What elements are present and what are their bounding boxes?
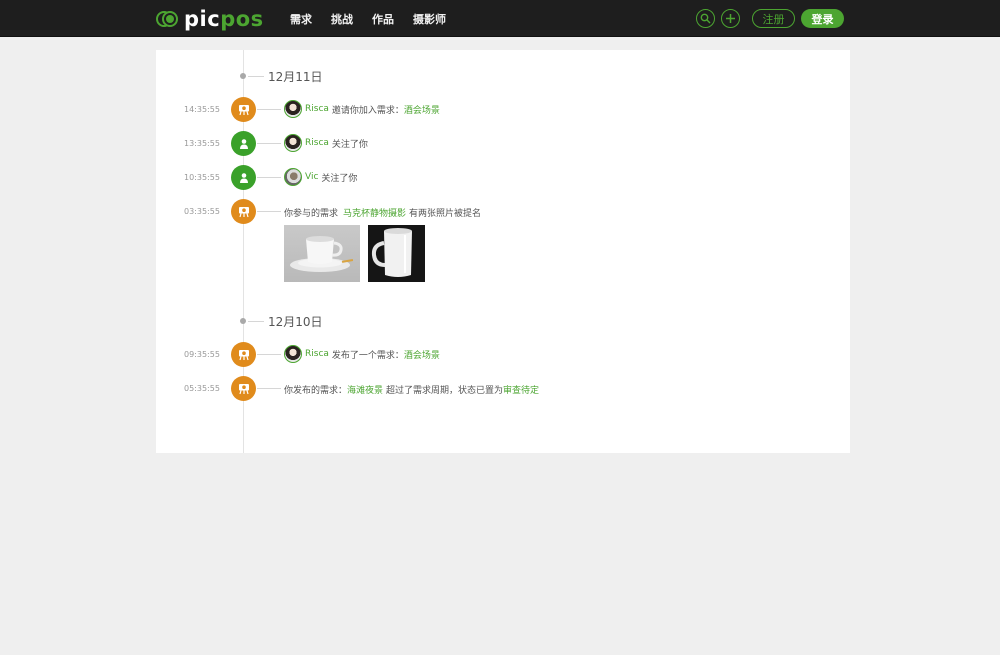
status-link[interactable]: 审查待定 <box>503 383 539 396</box>
event-content: 你参与的需求 马克杯静物摄影 有两张照片被提名 <box>284 206 481 219</box>
date-heading: 12月10日 <box>240 313 323 329</box>
event-text: 发布了一个需求： <box>331 350 404 361</box>
user-link[interactable]: Risca <box>305 104 329 114</box>
event-time: 09:35:55 <box>184 350 220 359</box>
event-content: 你发布的需求： 海滩夜景 超过了需求周期，状态已置为 审查待定 <box>284 383 539 396</box>
event-time: 13:35:55 <box>184 139 220 148</box>
event-type-badge <box>231 342 256 367</box>
timeline-event: 03:35:55 你参与的需求 马克杯静物摄影 有两张照片被提名 <box>156 199 850 225</box>
event-content: Vic 关注了你 <box>284 168 357 186</box>
date-label: 12月10日 <box>268 314 323 329</box>
demand-link[interactable]: 海滩夜景 <box>347 383 383 396</box>
event-text: 超过了需求周期，状态已置为 <box>386 386 504 396</box>
event-content: Risca 关注了你 <box>284 134 368 152</box>
timeline-card: 12月11日 14:35:55 Risca 邀请你加入需求： 酒会场景 13:3… <box>156 50 850 453</box>
nav-item-works[interactable]: 作品 <box>372 11 394 27</box>
avatar[interactable] <box>284 345 302 363</box>
user-link[interactable]: Vic <box>305 172 318 182</box>
timeline-event: 14:35:55 Risca 邀请你加入需求： 酒会场景 <box>156 97 850 123</box>
add-button[interactable] <box>721 9 740 28</box>
event-type-badge <box>231 199 256 224</box>
nominated-photos <box>284 225 425 282</box>
event-text: 邀请你加入需求： <box>331 105 404 116</box>
person-icon <box>239 172 248 183</box>
nav-item-challenge[interactable]: 挑战 <box>331 11 353 27</box>
main-nav: 需求 挑战 作品 摄影师 <box>290 0 465 37</box>
event-text: 有两张照片被提名 <box>409 209 482 219</box>
event-time: 05:35:55 <box>184 384 220 393</box>
search-button[interactable] <box>696 9 715 28</box>
event-type-badge <box>231 97 256 122</box>
camera-icon <box>238 349 249 360</box>
logo-text: picpos <box>184 7 264 31</box>
logo[interactable]: picpos <box>156 7 264 31</box>
timeline-event: 13:35:55 Risca 关注了你 <box>156 131 850 157</box>
search-icon <box>700 13 711 24</box>
camera-icon <box>238 206 249 217</box>
avatar[interactable] <box>284 134 302 152</box>
person-icon <box>239 138 248 149</box>
demand-link[interactable]: 酒会场景 <box>404 348 440 361</box>
event-time: 10:35:55 <box>184 173 220 182</box>
mug-image <box>371 228 412 277</box>
avatar[interactable] <box>284 100 302 118</box>
timeline-event: 05:35:55 你发布的需求： 海滩夜景 超过了需求周期，状态已置为 审查待定 <box>156 376 850 402</box>
event-type-badge <box>231 376 256 401</box>
event-type-badge <box>231 165 256 190</box>
user-link[interactable]: Risca <box>305 349 329 359</box>
register-button[interactable]: 注册 <box>752 9 795 28</box>
event-content: Risca 邀请你加入需求： 酒会场景 <box>284 100 440 118</box>
event-type-badge <box>231 131 256 156</box>
photo-thumbnail-mug[interactable] <box>368 225 425 282</box>
user-link[interactable]: Risca <box>305 138 329 148</box>
logo-mark-icon <box>156 11 180 27</box>
camera-icon <box>238 383 249 394</box>
event-text: 关注了你 <box>321 173 358 184</box>
cup-saucer-image <box>290 236 354 272</box>
event-text: 你发布的需求： <box>284 386 348 396</box>
demand-link[interactable]: 酒会场景 <box>404 103 440 116</box>
plus-icon <box>726 14 735 23</box>
date-dot-icon <box>240 73 246 79</box>
nav-item-photographer[interactable]: 摄影师 <box>413 11 446 27</box>
event-text: 你参与的需求 <box>284 209 339 219</box>
timeline-event: 09:35:55 Risca 发布了一个需求： 酒会场景 <box>156 342 850 368</box>
date-label: 12月11日 <box>268 69 323 84</box>
event-text: 关注了你 <box>331 139 368 150</box>
photo-thumbnail-cup-saucer[interactable] <box>284 225 360 282</box>
camera-icon <box>238 104 249 115</box>
date-heading: 12月11日 <box>240 68 323 84</box>
login-button[interactable]: 登录 <box>801 9 844 28</box>
top-navbar: picpos 需求 挑战 作品 摄影师 注册 登录 <box>0 0 1000 37</box>
avatar[interactable] <box>284 168 302 186</box>
date-dot-icon <box>240 318 246 324</box>
event-time: 03:35:55 <box>184 207 220 216</box>
event-time: 14:35:55 <box>184 105 220 114</box>
event-content: Risca 发布了一个需求： 酒会场景 <box>284 345 440 363</box>
nav-item-demand[interactable]: 需求 <box>290 11 312 27</box>
demand-link[interactable]: 马克杯静物摄影 <box>343 206 406 219</box>
timeline-event: 10:35:55 Vic 关注了你 <box>156 165 850 191</box>
